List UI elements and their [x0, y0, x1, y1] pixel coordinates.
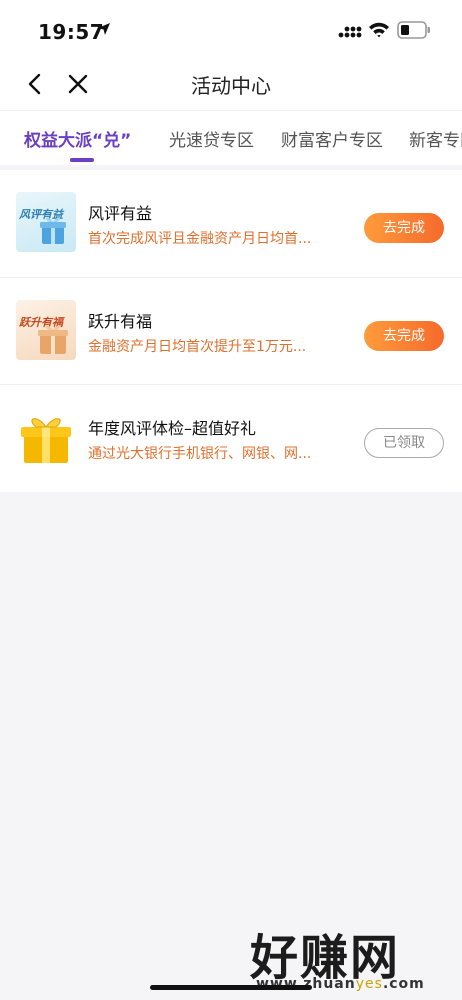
- watermark-url-post: .com: [382, 976, 425, 992]
- wifi-icon: [369, 22, 389, 38]
- activity-thumbnail: 风评有益: [16, 192, 76, 252]
- activity-list: 风评有益 风评有益 首次完成风评且金融资产月日均首... 去完成 跃升有福 跃升…: [0, 170, 462, 492]
- activity-title: 年度风评体检–超值好礼: [88, 419, 257, 438]
- list-item[interactable]: 跃升有福 跃升有福 金融资产月日均首次提升至1万元... 去完成: [0, 277, 462, 385]
- gift-box-icon: [21, 418, 71, 463]
- activity-thumbnail: [16, 407, 76, 467]
- watermark-url-mid: yes: [355, 976, 383, 992]
- tab-guangsudai[interactable]: 光速贷专区: [169, 126, 254, 151]
- close-icon[interactable]: [64, 70, 92, 98]
- activity-description: 通过光大银行手机银行、网银、网...: [88, 446, 312, 462]
- status-time: 19:57: [38, 20, 105, 44]
- list-item[interactable]: 风评有益 风评有益 首次完成风评且金融资产月日均首... 去完成: [0, 170, 462, 277]
- claimed-button: 已领取: [364, 428, 444, 458]
- activity-description: 首次完成风评且金融资产月日均首...: [88, 231, 312, 247]
- location-arrow-icon: [98, 23, 110, 35]
- active-tab-indicator: [70, 158, 94, 162]
- list-item[interactable]: 年度风评体检–超值好礼 通过光大银行手机银行、网银、网... 已领取: [0, 384, 462, 492]
- cellular-signal-icon: [338, 26, 362, 38]
- complete-button[interactable]: 去完成: [364, 213, 444, 243]
- tab-caifu[interactable]: 财富客户专区: [281, 126, 383, 151]
- complete-button[interactable]: 去完成: [364, 321, 444, 351]
- back-chevron-icon[interactable]: [22, 70, 50, 98]
- battery-icon: [397, 21, 430, 39]
- activity-title: 跃升有福: [88, 312, 153, 331]
- nav-bar: 活动中心: [0, 58, 462, 110]
- activity-description: 金融资产月日均首次提升至1万元...: [88, 339, 307, 355]
- activity-thumbnail: 跃升有福: [16, 300, 76, 360]
- gift-box-icon: [40, 217, 66, 244]
- tab-quanyi[interactable]: 权益大派“兑”: [24, 126, 131, 151]
- activity-title: 风评有益: [88, 204, 153, 223]
- home-indicator: [150, 985, 312, 990]
- category-tabs: 权益大派“兑” 光速贷专区 财富客户专区 新客专区: [0, 110, 462, 165]
- tab-xinke[interactable]: 新客专区: [409, 126, 462, 151]
- status-bar: 19:57: [0, 0, 462, 58]
- gift-box-icon: [38, 324, 68, 354]
